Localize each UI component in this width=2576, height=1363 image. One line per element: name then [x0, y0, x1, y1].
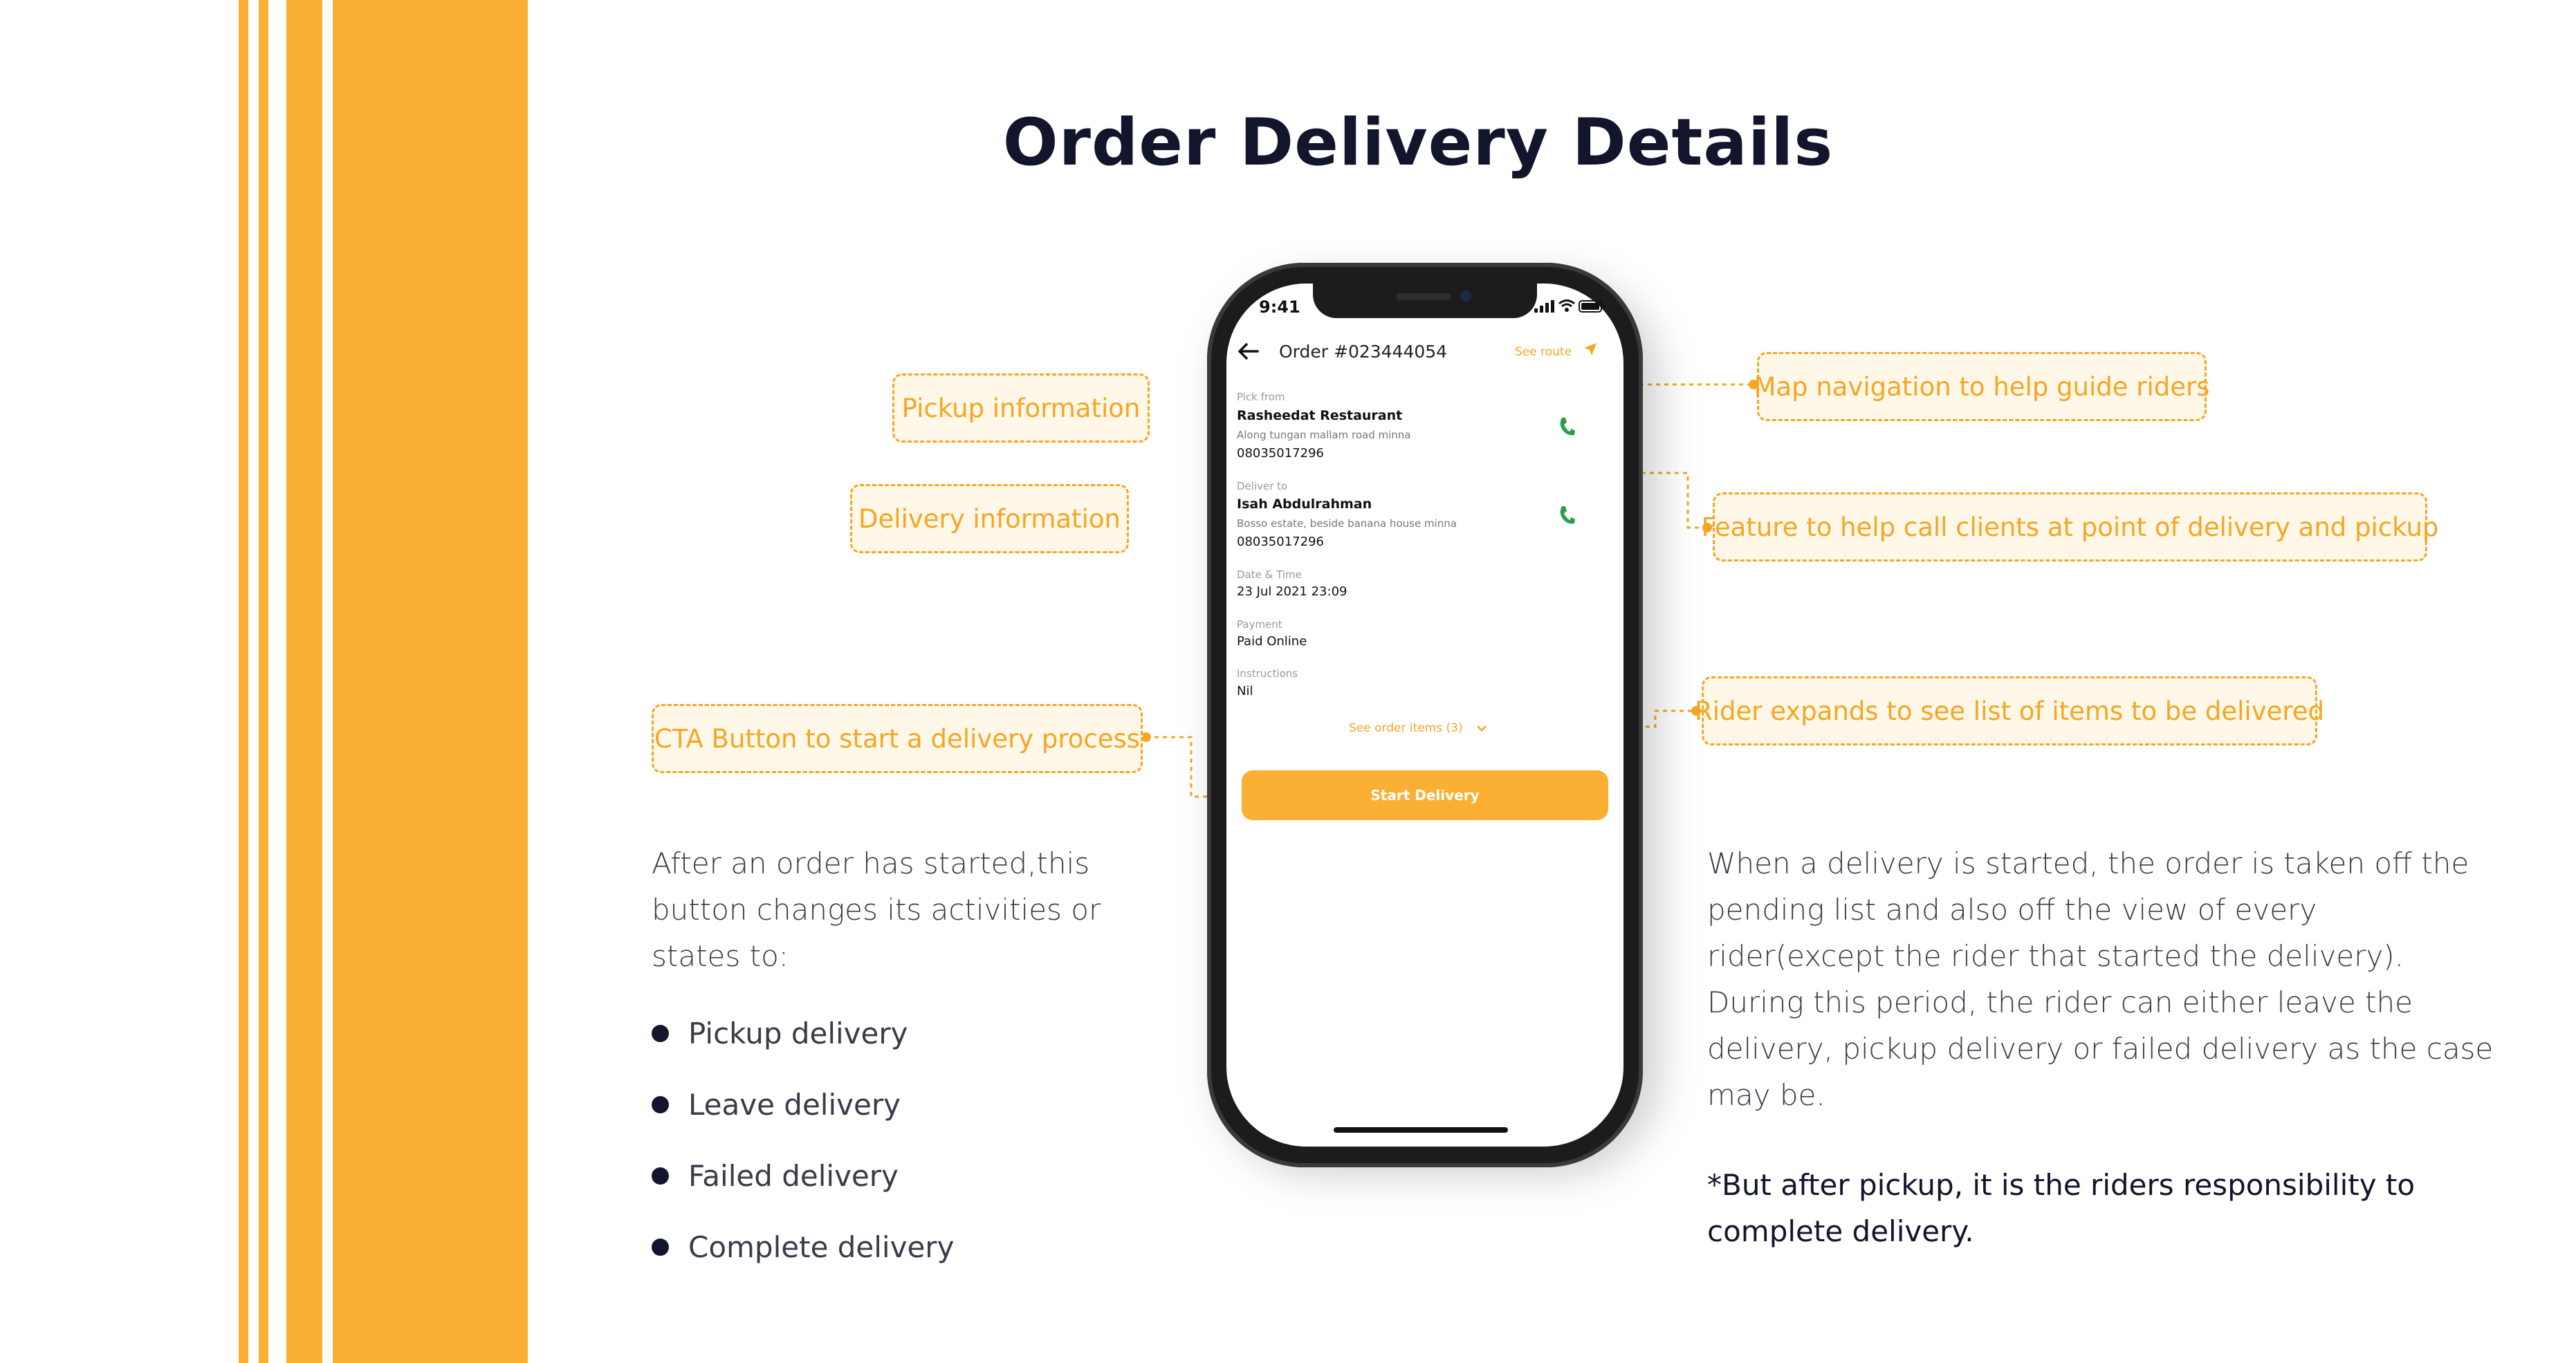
speaker-icon: [1396, 293, 1451, 300]
right-note-line: *But after pickup, it is the riders resp…: [1707, 1168, 2416, 1202]
phone-icon[interactable]: [1558, 505, 1576, 526]
pickup-address: Along tungan mallam road minna: [1237, 429, 1411, 441]
bullet-icon: [652, 1167, 669, 1185]
start-delivery-button[interactable]: Start Delivery: [1242, 770, 1608, 820]
pickup-label: Pick from: [1237, 391, 1285, 403]
date-label: Date & Time: [1237, 568, 1302, 581]
order-title: Order #023444054: [1279, 342, 1448, 362]
list-item: Pickup delivery: [652, 1017, 908, 1050]
bullet-icon: [652, 1096, 669, 1113]
list-item: Complete delivery: [652, 1230, 954, 1264]
callout-expand-items: Rider expands to see list of items to be…: [1695, 676, 2324, 745]
callout-map-navigation: Map navigation to help guide riders: [1754, 352, 2210, 421]
signal-icon: [1534, 300, 1554, 313]
home-indicator: [1334, 1127, 1508, 1133]
payment-value: Paid Online: [1237, 634, 1307, 649]
bullet-text: Leave delivery: [688, 1088, 901, 1122]
instructions-value: Nil: [1237, 684, 1253, 698]
status-time: 9:41: [1259, 297, 1300, 317]
see-route-link[interactable]: See route: [1515, 345, 1572, 359]
bullet-icon: [652, 1239, 669, 1256]
chevron-down-icon[interactable]: [1476, 724, 1487, 732]
battery-icon: [1579, 300, 1605, 313]
pickup-name: Rasheedat Restaurant: [1237, 408, 1403, 423]
date-value: 23 Jul 2021 23:09: [1237, 584, 1347, 599]
left-paragraph-line: button changes its activities or: [652, 893, 1101, 927]
camera-icon: [1460, 290, 1471, 302]
pickup-phone: 08035017296: [1237, 446, 1324, 461]
right-note-line: complete delivery.: [1707, 1214, 1974, 1248]
see-order-items-link[interactable]: See order items (3): [1349, 721, 1463, 735]
callout-pickup: Pickup information: [892, 373, 1150, 443]
deliver-address: Bosso estate, beside banana house minna: [1237, 517, 1457, 530]
instructions-label: Instructions: [1237, 667, 1298, 680]
bullet-text: Complete delivery: [688, 1230, 955, 1264]
right-paragraph-line: pending list and also off the view of ev…: [1707, 893, 2317, 927]
wifi-icon: [1558, 299, 1575, 312]
left-paragraph-line: After an order has started,this: [652, 846, 1090, 880]
bullet-text: Pickup delivery: [688, 1017, 908, 1050]
callout-call-clients: Feature to help call clients at point of…: [1702, 492, 2438, 562]
callout-delivery: Delivery information: [850, 484, 1129, 553]
deliver-phone: 08035017296: [1237, 535, 1324, 549]
list-item: Failed delivery: [652, 1159, 899, 1193]
right-paragraph-line: delivery, pickup delivery or failed deli…: [1707, 1032, 2494, 1066]
right-paragraph-line: When a delivery is started, the order is…: [1707, 846, 2469, 880]
right-paragraph-line: may be.: [1707, 1078, 1825, 1112]
right-paragraph-line: rider(except the rider that started the …: [1707, 939, 2404, 973]
bullet-text: Failed delivery: [688, 1159, 899, 1193]
list-item: Leave delivery: [652, 1088, 901, 1122]
deliver-label: Deliver to: [1237, 480, 1288, 492]
payment-label: Payment: [1237, 618, 1282, 631]
deliver-name: Isah Abdulrahman: [1237, 497, 1372, 512]
back-arrow-icon[interactable]: [1237, 342, 1260, 361]
bullet-icon: [652, 1025, 669, 1042]
left-paragraph-line: states to:: [652, 939, 789, 973]
phone-icon[interactable]: [1558, 416, 1576, 437]
callout-cta: CTA Button to start a delivery process: [652, 704, 1143, 773]
navigation-arrow-icon[interactable]: [1583, 342, 1598, 357]
right-paragraph-line: During this period, the rider can either…: [1707, 985, 2413, 1019]
